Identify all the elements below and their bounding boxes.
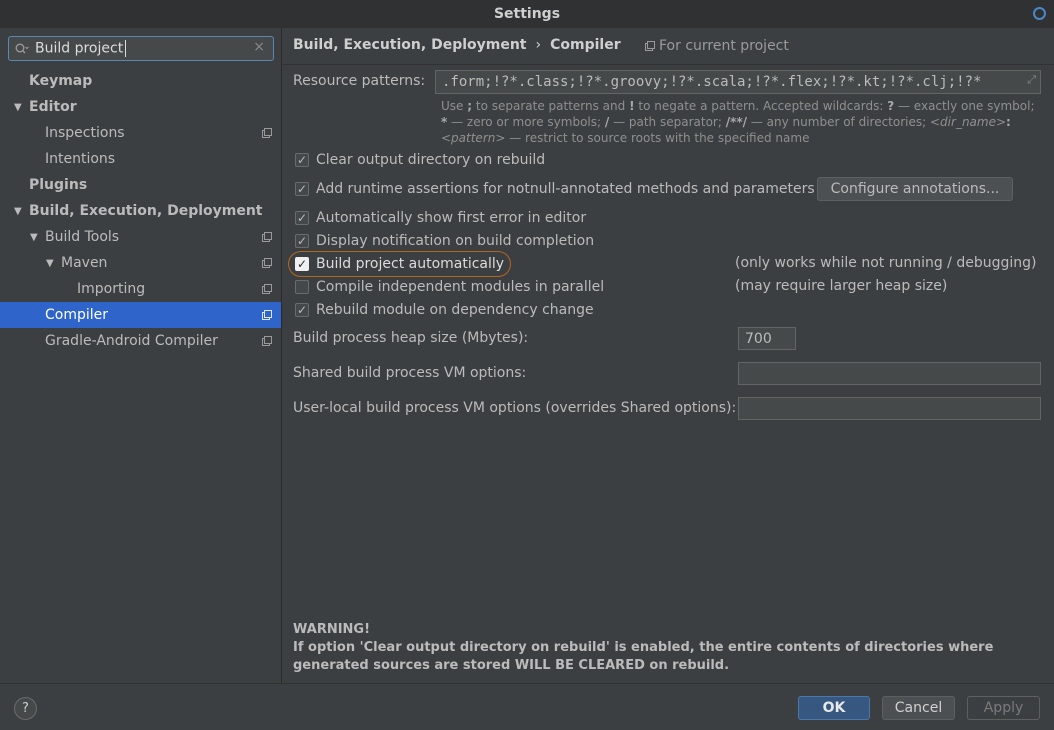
show-first-error-label: Automatically show first error in editor xyxy=(316,210,587,226)
tree-item-label: Plugins xyxy=(29,177,88,193)
expand-arrow-icon[interactable]: ▼ xyxy=(46,258,54,269)
compiler-settings-panel: Build, Execution, Deployment › Compiler … xyxy=(283,28,1054,683)
search-field[interactable]: Build project × xyxy=(8,36,274,61)
breadcrumb-separator: › xyxy=(535,37,542,53)
tree-item-label: Build, Execution, Deployment xyxy=(29,203,263,219)
tree-item-label: Maven xyxy=(61,255,108,271)
warning-message: WARNING! If option 'Clear output directo… xyxy=(293,621,1043,675)
display-notification-checkbox[interactable]: ✓ xyxy=(295,234,309,248)
compile-parallel-checkbox[interactable] xyxy=(295,280,309,294)
tree-item-label: Build Tools xyxy=(45,229,120,245)
resource-patterns-hint: Use ; to separate patterns and ! to nega… xyxy=(441,99,1035,145)
display-notification-label: Display notification on build completion xyxy=(316,233,595,249)
window-title: Settings xyxy=(493,6,561,22)
progress-spinner-icon xyxy=(1033,7,1046,20)
build-automatically-checkbox[interactable]: ✓ xyxy=(295,257,309,271)
project-scope-icon xyxy=(262,128,272,138)
tree-item-build-execution-deployment[interactable]: ▼ Build, Execution, Deployment xyxy=(0,198,281,224)
runtime-assertions-checkbox-row[interactable]: ✓ Add runtime assertions for notnull-ann… xyxy=(295,179,815,199)
show-first-error-checkbox[interactable]: ✓ xyxy=(295,211,309,225)
tree-item-build-tools[interactable]: ▼ Build Tools xyxy=(0,224,281,250)
resource-patterns-label: Resource patterns: xyxy=(293,73,426,89)
clear-search-icon[interactable]: × xyxy=(253,39,265,55)
ok-button[interactable]: OK xyxy=(798,696,870,720)
search-icon xyxy=(15,43,29,55)
project-scope-icon xyxy=(262,310,272,320)
title-bar: Settings xyxy=(0,0,1054,28)
compile-parallel-note: (may require larger heap size) xyxy=(735,278,948,294)
tree-item-label: Keymap xyxy=(29,73,93,89)
for-current-project-text: For current project xyxy=(659,38,789,54)
runtime-assertions-checkbox[interactable]: ✓ xyxy=(295,182,309,196)
build-automatically-label: Build project automatically xyxy=(316,256,505,272)
project-scope-icon xyxy=(262,336,272,346)
warning-text: If option 'Clear output directory on reb… xyxy=(293,640,994,673)
rebuild-module-label: Rebuild module on dependency change xyxy=(316,302,594,318)
tree-item-compiler[interactable]: Compiler xyxy=(0,302,281,328)
tree-item-intentions[interactable]: Intentions xyxy=(0,146,281,172)
tree-item-keymap[interactable]: Keymap xyxy=(0,68,281,94)
tree-item-label: Intentions xyxy=(45,151,116,167)
runtime-assertions-label: Add runtime assertions for notnull-annot… xyxy=(316,181,815,197)
tree-item-label: Importing xyxy=(77,281,146,297)
compile-parallel-checkbox-row[interactable]: Compile independent modules in parallel xyxy=(295,277,604,297)
dialog-footer: ? OK Cancel Apply xyxy=(0,683,1054,730)
help-icon[interactable]: ? xyxy=(14,697,37,720)
tree-item-inspections[interactable]: Inspections xyxy=(0,120,281,146)
resource-patterns-input[interactable]: .form;!?*.class;!?*.groovy;!?*.scala;!?*… xyxy=(435,70,1041,94)
tree-item-importing[interactable]: Importing xyxy=(0,276,281,302)
clear-output-checkbox-row[interactable]: ✓ Clear output directory on rebuild xyxy=(295,150,545,170)
tree-item-maven[interactable]: ▼ Maven xyxy=(0,250,281,276)
text-cursor xyxy=(125,40,127,57)
tree-item-label: Editor xyxy=(29,99,77,115)
expand-field-icon[interactable]: ⤢ xyxy=(1027,73,1036,87)
search-input[interactable]: Build project xyxy=(35,41,123,57)
cancel-button[interactable]: Cancel xyxy=(882,696,955,720)
apply-button[interactable]: Apply xyxy=(967,696,1040,720)
project-scope-icon xyxy=(262,284,272,294)
configure-annotations-button[interactable]: Configure annotations... xyxy=(817,177,1013,201)
build-automatically-note: (only works while not running / debuggin… xyxy=(735,255,1037,271)
rebuild-module-checkbox-row[interactable]: ✓ Rebuild module on dependency change xyxy=(295,300,594,320)
project-scope-icon xyxy=(645,41,655,51)
expand-arrow-icon[interactable]: ▼ xyxy=(14,102,22,113)
build-automatically-checkbox-row[interactable]: ✓ Build project automatically xyxy=(295,254,504,274)
tree-item-plugins[interactable]: Plugins xyxy=(0,172,281,198)
rebuild-module-checkbox[interactable]: ✓ xyxy=(295,303,309,317)
user-vm-options-input[interactable] xyxy=(738,397,1041,420)
warning-title: WARNING! xyxy=(293,622,371,637)
clear-output-checkbox[interactable]: ✓ xyxy=(295,153,309,167)
resource-patterns-value: .form;!?*.class;!?*.groovy;!?*.scala;!?*… xyxy=(442,74,982,90)
display-notification-checkbox-row[interactable]: ✓ Display notification on build completi… xyxy=(295,231,594,251)
tree-item-label: Inspections xyxy=(45,125,125,141)
for-current-project-label: For current project xyxy=(645,38,789,54)
breadcrumb: Build, Execution, Deployment › Compiler xyxy=(293,37,621,53)
heap-size-label: Build process heap size (Mbytes): xyxy=(293,330,529,346)
shared-vm-options-label: Shared build process VM options: xyxy=(293,365,527,381)
project-scope-icon xyxy=(262,232,272,242)
breadcrumb-item-compiler: Compiler xyxy=(550,37,621,53)
tree-item-gradle-android-compiler[interactable]: Gradle-Android Compiler xyxy=(0,328,281,354)
breadcrumb-item-build: Build, Execution, Deployment xyxy=(293,37,527,53)
settings-tree: Keymap ▼ Editor Inspections Intentions P… xyxy=(0,68,281,354)
settings-sidebar: Build project × Keymap ▼ Editor Inspecti… xyxy=(0,28,282,683)
tree-item-label: Gradle-Android Compiler xyxy=(45,333,218,349)
project-scope-icon xyxy=(262,258,272,268)
expand-arrow-icon[interactable]: ▼ xyxy=(14,206,22,217)
user-vm-options-label: User-local build process VM options (ove… xyxy=(293,400,737,416)
expand-arrow-icon[interactable]: ▼ xyxy=(30,232,38,243)
heap-size-input[interactable]: 700 xyxy=(738,327,796,350)
clear-output-label: Clear output directory on rebuild xyxy=(316,152,546,168)
compile-parallel-label: Compile independent modules in parallel xyxy=(316,279,605,295)
tree-item-editor[interactable]: ▼ Editor xyxy=(0,94,281,120)
show-first-error-checkbox-row[interactable]: ✓ Automatically show first error in edit… xyxy=(295,208,586,228)
shared-vm-options-input[interactable] xyxy=(738,362,1041,385)
tree-item-label: Compiler xyxy=(45,307,109,323)
header-divider xyxy=(283,64,1054,65)
